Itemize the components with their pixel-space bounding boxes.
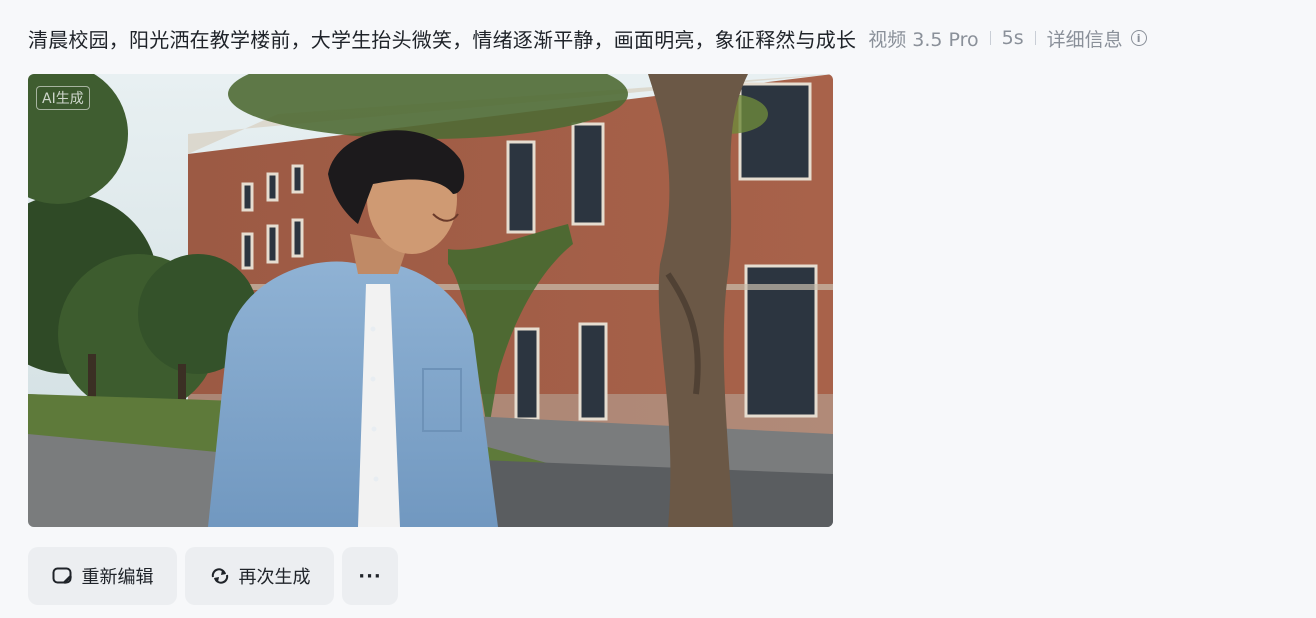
regenerate-button[interactable]: 再次生成: [185, 547, 334, 605]
duration-label: 5s: [1001, 27, 1024, 49]
action-bar: 重新编辑 再次生成 ···: [28, 547, 398, 605]
video-frame: [28, 74, 833, 527]
ai-generated-badge: AI生成: [36, 86, 90, 110]
generated-video[interactable]: AI生成: [28, 74, 833, 527]
regenerate-label: 再次生成: [238, 567, 311, 588]
edit-icon: [52, 567, 72, 584]
re-edit-button[interactable]: 重新编辑: [28, 547, 177, 605]
more-icon: ···: [358, 565, 382, 587]
generation-header: 清晨校园，阳光洒在教学楼前，大学生抬头微笑，情绪逐渐平静，画面明亮，象征释然与成…: [28, 22, 1147, 54]
divider: [1034, 31, 1036, 45]
regenerate-icon: [211, 568, 228, 584]
detail-info-link[interactable]: 详细信息 i: [1047, 25, 1147, 52]
divider: [989, 31, 991, 45]
prompt-text: 清晨校园，阳光洒在教学楼前，大学生抬头微笑，情绪逐渐平静，画面明亮，象征释然与成…: [28, 27, 857, 52]
detail-info-label: 详细信息: [1046, 28, 1123, 51]
re-edit-label: 重新编辑: [81, 567, 154, 588]
info-icon: i: [1130, 30, 1147, 46]
model-name: 视频 3.5 Pro: [868, 28, 979, 51]
more-options-button[interactable]: ···: [342, 547, 398, 605]
